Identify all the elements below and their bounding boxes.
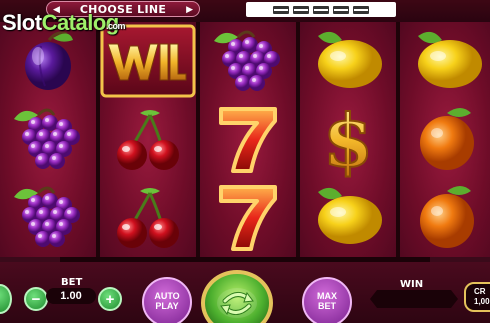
line-indicator-icon <box>333 5 349 14</box>
slot-game: ◀ CHOOSE LINE ▶ SlotCatalog .com $ − BET… <box>0 0 490 323</box>
reel-3 <box>200 22 296 257</box>
next-line-arrow-icon[interactable]: ▶ <box>186 4 193 14</box>
line-indicator-icon <box>313 5 329 14</box>
control-panel: − BET 1.00 + AUTO PLAY MAX BET WIN CR 1,… <box>0 262 490 323</box>
grapes-icon <box>0 100 96 178</box>
minus-icon: − <box>31 290 41 308</box>
orange-icon <box>400 100 490 178</box>
svg-text:$: $ <box>323 100 373 178</box>
watermark-suffix: .com <box>106 21 126 31</box>
dollar-icon: $ <box>300 100 396 178</box>
win-label: WIN <box>400 279 424 290</box>
menu-button[interactable] <box>0 284 12 314</box>
seven-icon <box>200 100 296 178</box>
auto-play-button[interactable]: AUTO PLAY <box>142 277 192 323</box>
line-indicator-icon <box>293 5 309 14</box>
win-value-display <box>370 290 458 308</box>
reel-2 <box>100 22 196 257</box>
auto-play-label-2: PLAY <box>155 301 179 311</box>
grapes-icon <box>200 22 296 100</box>
orange-icon <box>400 178 490 256</box>
lemon-icon <box>300 178 396 256</box>
lemon-icon <box>300 22 396 100</box>
cherries-icon <box>100 178 196 256</box>
line-indicator-icon <box>353 5 369 14</box>
seven-icon <box>200 178 296 256</box>
bet-value: 1.00 <box>46 288 96 304</box>
bet-label: BET <box>61 277 83 288</box>
grapes-icon <box>0 178 96 256</box>
spin-arrows-icon <box>217 288 257 318</box>
watermark-main: Slot <box>2 10 42 35</box>
credit-value: 1,00 <box>474 297 490 307</box>
reel-area: $ <box>0 22 490 257</box>
credit-display: CR 1,00 <box>464 282 490 312</box>
plus-icon: + <box>105 290 115 308</box>
reel-5 <box>400 22 490 257</box>
max-bet-button[interactable]: MAX BET <box>302 277 352 323</box>
lemon-icon <box>400 22 490 100</box>
line-indicators <box>246 2 396 17</box>
bet-increase-button[interactable]: + <box>98 287 122 311</box>
cherries-icon <box>100 100 196 178</box>
site-watermark: SlotCatalog .com <box>2 10 126 35</box>
spin-button[interactable] <box>201 270 273 323</box>
line-indicator-icon <box>273 5 289 14</box>
reel-1 <box>0 22 96 257</box>
bet-decrease-button[interactable]: − <box>24 287 48 311</box>
credit-label: CR <box>474 287 486 296</box>
max-bet-label-2: BET <box>318 301 336 311</box>
reel-4: $ <box>300 22 396 257</box>
